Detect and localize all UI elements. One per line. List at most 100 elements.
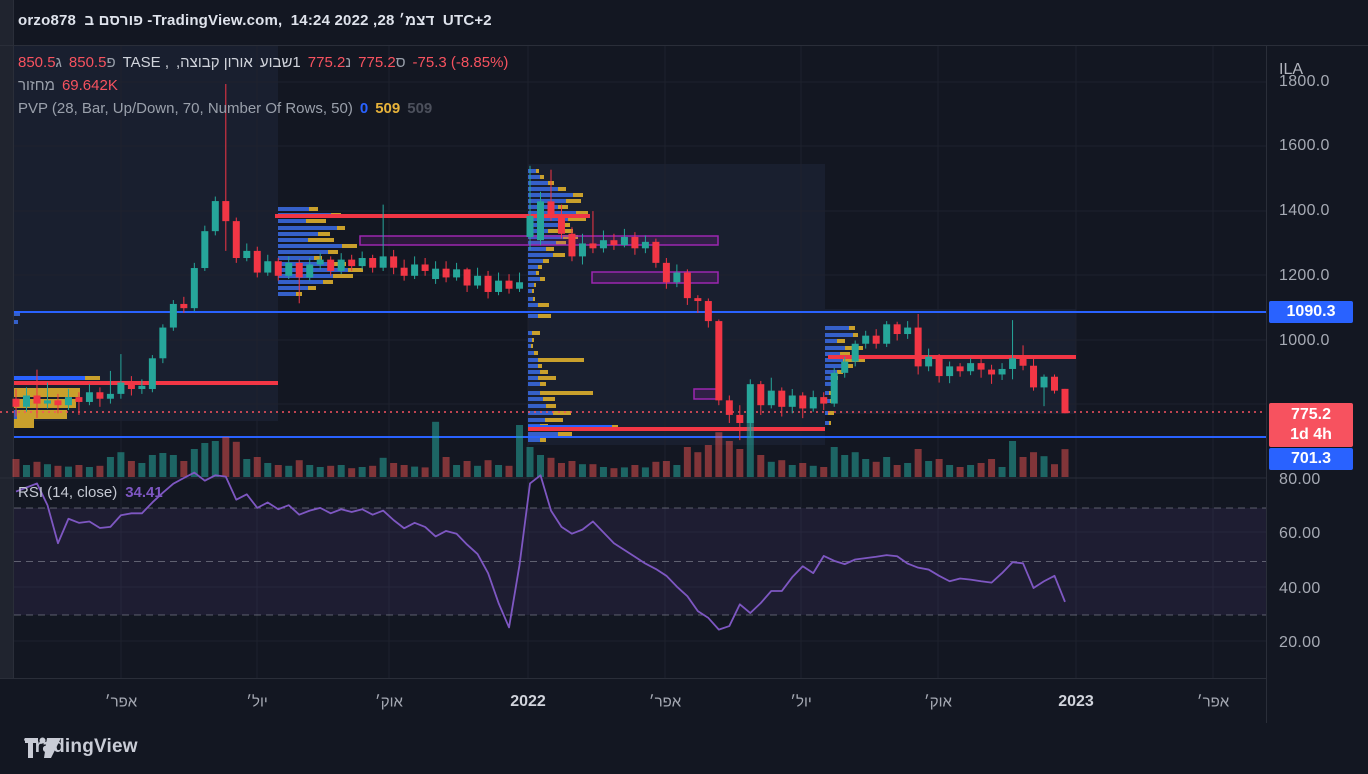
close-value: 775.2 (358, 54, 396, 71)
profile-down-bar (532, 289, 534, 293)
candle-body (694, 298, 702, 302)
volume-row[interactable]: מחזור 69.642K (18, 77, 508, 94)
price-tick: 1000.0 (1279, 331, 1330, 349)
profile-down-bar (545, 418, 563, 422)
volume-bar (400, 465, 408, 477)
profile-up-bar (278, 207, 309, 211)
candle-body (998, 368, 1006, 375)
price-axis[interactable]: ILA 1800.0 1600.0 1400.0 1200.0 1000.0 80.00 6… (1266, 46, 1368, 723)
profile-up-bar (528, 181, 548, 185)
profile-down-bar (308, 286, 316, 290)
volume-bar (935, 459, 943, 477)
profile-down-bar (853, 333, 858, 337)
volume-bar (306, 465, 314, 477)
candle-body (809, 397, 817, 409)
chart-canvas[interactable] (0, 46, 1368, 774)
pvp-value-1: 0 (359, 100, 369, 117)
candle-body (180, 303, 188, 309)
candle-body (893, 324, 901, 335)
volume-bar (64, 466, 72, 477)
profile-up-bar (528, 376, 538, 380)
change-value: -75.3 (-8.85%) (412, 54, 509, 71)
profile-up-bar (278, 280, 323, 284)
volume-bar (222, 437, 230, 477)
profile-down-bar (532, 338, 534, 342)
volume-bar (463, 461, 471, 477)
candle-body (1061, 388, 1069, 414)
profile-down-bar (538, 358, 584, 362)
profile-up-bar (14, 320, 18, 324)
candle-body (746, 384, 754, 423)
volume-bar (1009, 441, 1017, 477)
volume-title: מחזור (18, 77, 55, 94)
volume-bar (537, 455, 544, 477)
profile-down-bar (553, 411, 571, 415)
candle-body (914, 327, 922, 367)
bottom-bar (0, 722, 1368, 774)
candle-body (830, 372, 838, 404)
candle-body (652, 241, 660, 263)
profile-up-bar (528, 271, 536, 275)
symbol-row[interactable]: 850.5ג 850.5פ TASE , אורון קבוצה, 1שבוע … (18, 54, 508, 71)
rsi-indicator-row[interactable]: RSI (14, close) 34.41 (18, 484, 163, 501)
candle-body (295, 262, 303, 278)
interval-label: 1שבוע (259, 54, 301, 71)
profile-down-bar (314, 256, 322, 260)
volume-bar (1061, 449, 1069, 477)
profile-up-bar (825, 411, 828, 415)
high-value: 850.5 (18, 54, 56, 71)
publish-datetime: דצמ׳ 28, 2022 14:24 (290, 12, 435, 29)
profile-up-bar (528, 331, 532, 335)
volume-bar (33, 461, 41, 477)
candle-body (925, 356, 933, 367)
profile-down-bar (337, 226, 345, 230)
candle-body (589, 243, 597, 249)
candle-body (442, 268, 450, 278)
candle-body (599, 240, 607, 249)
volume-bar (453, 465, 461, 477)
volume-bar (12, 459, 20, 477)
profile-down-bar (829, 421, 831, 425)
volume-bar (557, 463, 565, 477)
volume-bar (568, 461, 576, 477)
candle-body (1009, 358, 1017, 369)
candle-body (390, 256, 398, 268)
chart-legend: 850.5ג 850.5פ TASE , אורון קבוצה, 1שבוע … (18, 54, 508, 123)
price-tick: 1200.0 (1279, 266, 1330, 284)
profile-up-bar (825, 333, 853, 337)
profile-up-bar (825, 346, 845, 350)
profile-down-bar (540, 370, 548, 374)
profile-down-bar (306, 219, 326, 223)
volume-bar (1051, 464, 1059, 477)
volume-bar (201, 443, 209, 477)
pvp-indicator-row[interactable]: PVP (28, Bar, Up/Down, 70, Number Of Row… (18, 100, 508, 117)
volume-bar (652, 461, 660, 477)
candle-body (400, 267, 408, 276)
last-price-label: 775.2 1d 4h (1269, 403, 1353, 447)
candle-body (54, 400, 62, 406)
tradingview-logo[interactable]: TradingView (24, 736, 138, 758)
candle-body (117, 382, 125, 394)
time-label-month: אוק׳ (924, 693, 952, 710)
candle-body (169, 303, 177, 328)
volume-bar (516, 425, 524, 477)
candle-body (610, 240, 618, 246)
alert-line-label-701: 701.3 (1269, 448, 1353, 470)
volume-bar (169, 455, 177, 477)
volume-value: 69.642K (61, 77, 118, 94)
volume-bar (883, 457, 891, 477)
volume-bar (442, 457, 450, 477)
candle-body (935, 356, 943, 377)
time-axis[interactable]: אפר׳ יול׳ אוק׳ 2022 אפר׳ יול׳ אוק׳ 2023 אפר׳ (0, 678, 1266, 724)
volume-bar (411, 466, 419, 477)
profile-down-bar (566, 199, 581, 203)
volume-bar (757, 455, 765, 477)
candle-body (22, 395, 30, 407)
candle-body (516, 282, 524, 289)
profile-up-bar (278, 232, 318, 236)
volume-bar (369, 465, 377, 477)
volume-bar (683, 447, 691, 477)
candle-body (956, 366, 964, 372)
profile-down-bar (534, 283, 536, 287)
candle-body (715, 321, 723, 401)
